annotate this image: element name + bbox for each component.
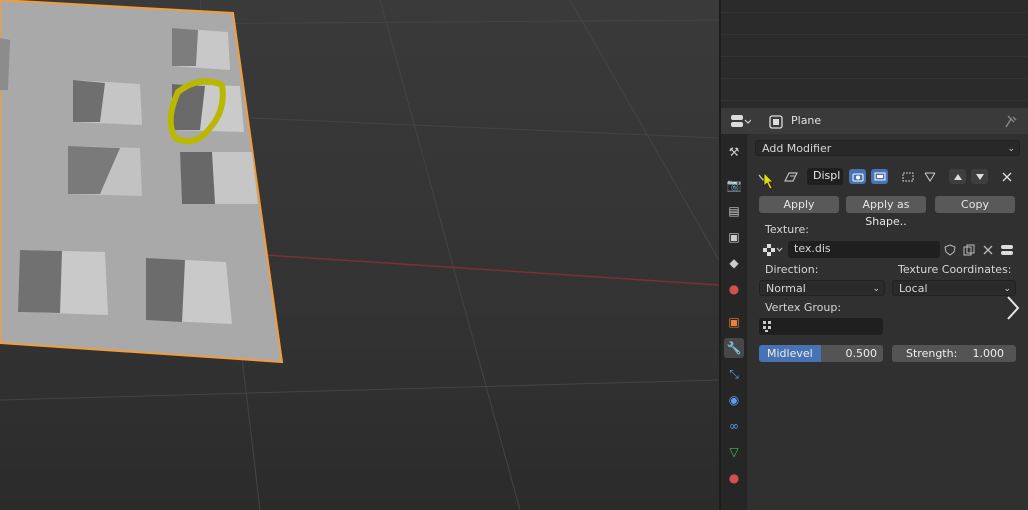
apply-as-shape-button[interactable]: Apply as Shape.. bbox=[846, 196, 926, 228]
chevron-down-icon: ⌄ bbox=[1007, 144, 1015, 154]
3d-viewport[interactable] bbox=[0, 0, 719, 510]
show-in-viewport-icon[interactable] bbox=[871, 169, 888, 184]
chevron-down-icon: ⌄ bbox=[872, 284, 880, 294]
midlevel-label: Midlevel bbox=[767, 347, 813, 360]
object-name: Plane bbox=[791, 114, 822, 127]
move-up-icon[interactable] bbox=[949, 169, 966, 184]
printer-icon[interactable]: ▤ bbox=[724, 201, 744, 221]
world-icon[interactable]: ● bbox=[724, 279, 744, 299]
texture-coordinates-label: Texture Coordinates: bbox=[898, 263, 1012, 276]
midlevel-value: 0.500 bbox=[845, 347, 878, 360]
vertex-group-label: Vertex Group: bbox=[765, 301, 842, 314]
texture-coordinates-dropdown[interactable]: Local ⌄ bbox=[892, 280, 1016, 296]
duplicate-icon[interactable] bbox=[960, 242, 977, 257]
outliner-area bbox=[721, 0, 1028, 108]
modifier-name-field[interactable]: Displ bbox=[807, 168, 843, 185]
properties-editor-icon[interactable] bbox=[729, 113, 752, 129]
texture-name-field[interactable]: tex.dis bbox=[788, 241, 940, 258]
properties-tab-bar: ⚒ 📷 ▤ ▣ ◆ ● ▣ 🔧 ⤡ ◉ ∞ ▽ ● bbox=[721, 134, 747, 510]
strength-field[interactable]: Strength: 1.000 bbox=[892, 345, 1016, 362]
on-cage-icon[interactable] bbox=[921, 169, 938, 184]
pin-icon[interactable] bbox=[1004, 114, 1018, 128]
texture-label: Texture: bbox=[765, 223, 809, 236]
object-icon bbox=[769, 114, 783, 129]
material-icon[interactable]: ● bbox=[724, 468, 744, 488]
add-modifier-dropdown[interactable]: Add Modifier ⌄ bbox=[755, 140, 1020, 156]
render-icon[interactable]: 📷 bbox=[724, 175, 744, 195]
scene-icon[interactable]: ◆ bbox=[724, 253, 744, 273]
properties-editor: Plane ⚒ 📷 ▤ ▣ ◆ ● ▣ 🔧 ⤡ ◉ ∞ ▽ ● Add Modi… bbox=[721, 108, 1028, 510]
wrench-icon[interactable]: 🔧 bbox=[724, 338, 744, 358]
constraints-icon[interactable]: ∞ bbox=[724, 416, 744, 436]
mesh-data-icon[interactable]: ▽ bbox=[724, 442, 744, 462]
close-icon[interactable] bbox=[998, 169, 1015, 184]
copy-button[interactable]: Copy bbox=[935, 196, 1015, 213]
fake-user-shield-icon[interactable] bbox=[941, 242, 958, 257]
x-axis-line bbox=[264, 254, 719, 286]
strength-value: 1.000 bbox=[972, 347, 1005, 360]
object-orange-icon[interactable]: ▣ bbox=[724, 312, 744, 332]
edit-mode-cage-icon[interactable] bbox=[899, 169, 916, 184]
midlevel-slider[interactable]: Midlevel 0.500 bbox=[759, 345, 883, 362]
properties-header: Plane bbox=[721, 108, 1028, 135]
viewport-canvas bbox=[0, 0, 719, 510]
displace-modifier-icon bbox=[783, 169, 799, 185]
chevron-right-icon[interactable] bbox=[1004, 294, 1022, 322]
modifier-properties: Add Modifier ⌄ Displ Apply Apply as Shap… bbox=[749, 134, 1028, 510]
texture-properties-icon[interactable] bbox=[998, 242, 1015, 257]
direction-label: Direction: bbox=[765, 263, 819, 276]
move-down-icon[interactable] bbox=[971, 169, 988, 184]
texture-checker-icon[interactable] bbox=[762, 242, 784, 256]
strength-label: Strength: bbox=[906, 347, 958, 360]
add-modifier-label: Add Modifier bbox=[762, 142, 832, 155]
tool-icon[interactable]: ⚒ bbox=[724, 142, 744, 162]
apply-button[interactable]: Apply bbox=[759, 196, 839, 213]
physics-icon[interactable]: ◉ bbox=[724, 390, 744, 410]
vertex-group-icon bbox=[762, 320, 776, 333]
image-icon[interactable]: ▣ bbox=[724, 227, 744, 247]
direction-dropdown[interactable]: Normal ⌄ bbox=[759, 280, 885, 296]
mouse-cursor-icon bbox=[763, 172, 775, 190]
vertex-group-field[interactable] bbox=[759, 318, 883, 335]
particles-icon[interactable]: ⤡ bbox=[724, 364, 744, 384]
unlink-x-icon[interactable] bbox=[979, 242, 996, 257]
show-in-editmode-icon[interactable] bbox=[849, 169, 866, 184]
